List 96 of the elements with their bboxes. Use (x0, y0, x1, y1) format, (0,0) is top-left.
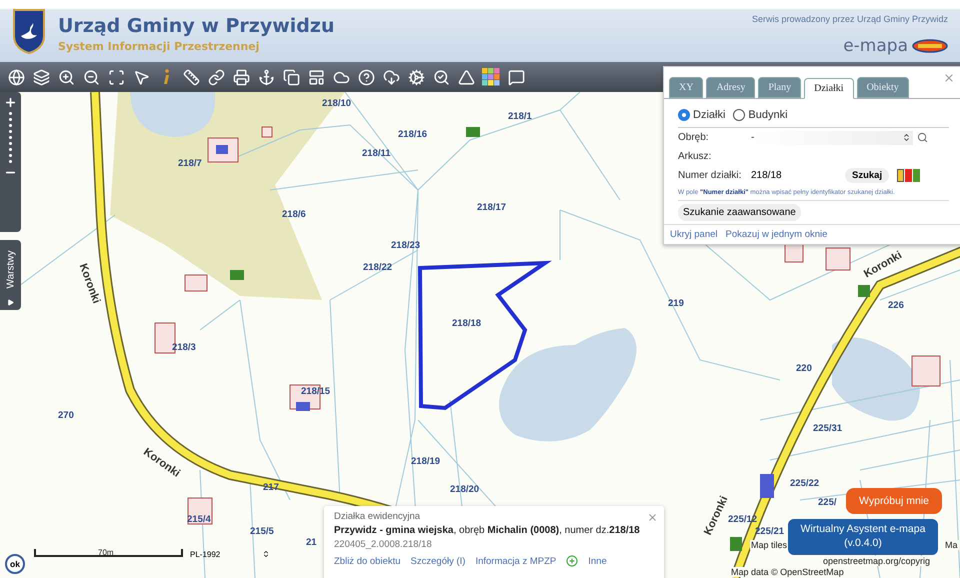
zoom-level-dot[interactable] (9, 118, 12, 121)
popup-link[interactable]: Szczegóły (I) (410, 556, 466, 566)
layers-tab[interactable]: Warstwy (0, 240, 21, 310)
parcel-number: 21 (306, 537, 317, 548)
parcel-number: 220 (796, 363, 812, 374)
parcel-number: 218/6 (282, 209, 306, 220)
search-button[interactable]: Szukaj (845, 168, 890, 183)
plus-icon[interactable] (566, 555, 578, 567)
map-credit: openstreetmap.org/copyrig (822, 556, 932, 566)
building (826, 248, 850, 270)
virtual-assistant-button[interactable]: Wirtualny Asystent e-mapa (v.0.4.0) (788, 519, 938, 555)
office-title: Urząd Gminy w Przywidzu (58, 15, 336, 37)
globe-icon[interactable] (6, 67, 26, 87)
color-grid-icon[interactable] (481, 67, 501, 87)
parcel-number: 225/31 (813, 423, 842, 434)
ruler-icon[interactable] (181, 67, 201, 87)
zoom-level-dot[interactable] (9, 142, 12, 145)
building-symbol (216, 145, 228, 154)
panel-link[interactable]: Pokazuj w jednym oknie (726, 229, 828, 240)
settings-icon[interactable] (406, 67, 426, 87)
try-me-bubble[interactable]: Wypróbuj mnie (846, 488, 942, 514)
object-type-radio[interactable]: Budynki (733, 109, 788, 121)
popup-link[interactable]: Inne (588, 556, 607, 566)
parcel-number: 218/19 (411, 456, 440, 467)
popup-link[interactable]: Zbliż do obiektu (334, 556, 401, 566)
parcel-number: 218/23 (391, 240, 420, 251)
field-label: Arkusz: (678, 151, 712, 162)
parcel-number: 270 (58, 410, 74, 421)
building-symbol (760, 474, 774, 498)
zoom-level-dot[interactable] (9, 154, 12, 157)
parcel-number: 218/20 (450, 484, 480, 495)
advanced-search-button[interactable]: Szukanie zaawansowane (678, 204, 801, 221)
layers-icon[interactable] (31, 67, 51, 87)
building (912, 356, 940, 386)
parcel-number: 218/22 (363, 262, 392, 273)
panel-link[interactable]: Ukryj panel (670, 229, 718, 240)
highlight-color-swatch[interactable] (905, 169, 912, 182)
building-symbol (466, 127, 480, 137)
dropdown-arrows-icon (902, 133, 911, 142)
popup-link[interactable]: Informacja z MPZP (475, 556, 556, 566)
building (262, 126, 272, 138)
parcel-number: 226 (888, 300, 904, 311)
parcel-number: 225/ (818, 497, 836, 508)
parcel-number: 218/1 (508, 111, 532, 122)
service-note: Serwis prowadzony przez Urząd Gminy Przywidz (752, 14, 948, 24)
zoom-in-button[interactable] (4, 96, 17, 109)
object-type-radio[interactable]: Działki (678, 109, 726, 121)
parcel-description: Przywidz - gmina wiejska, obręb Michalin (0008), numer dz.218/18 (334, 525, 641, 536)
zoom-level-dot[interactable] (9, 148, 12, 151)
brand-logo-text: e-mapa (843, 36, 908, 56)
map-credit: Ma (944, 540, 959, 550)
parcel-identifier: 220405_2.0008.218/18 (334, 539, 433, 550)
building-symbol (730, 537, 742, 551)
highlight-color-swatch[interactable] (913, 169, 920, 182)
parcel-number: 218/17 (477, 202, 506, 213)
precinct-select[interactable]: - (749, 130, 913, 144)
zoom-level-dot[interactable] (9, 130, 12, 133)
close-icon[interactable] (943, 72, 955, 84)
parcel-number-input[interactable]: 218/18 (749, 170, 833, 181)
coat-of-arms-icon (12, 8, 46, 54)
parcel-number: 218/16 (398, 129, 428, 140)
highlight-color-swatch[interactable] (897, 169, 904, 182)
close-icon[interactable] (647, 512, 658, 523)
zoom-level-dot[interactable] (9, 112, 12, 115)
zoom-level-dot[interactable] (9, 160, 12, 163)
map-credit: Map data © OpenStreetMap (730, 567, 845, 577)
projection-select[interactable]: PL-1992 (190, 550, 270, 559)
map-credit: Map tiles (750, 540, 788, 550)
parcel-number: 218/10 (322, 98, 352, 109)
parcel-number: 217 (263, 482, 279, 493)
zoom-level-dot[interactable] (9, 124, 12, 127)
dropdown-arrows-icon (262, 550, 270, 558)
building-symbol (858, 285, 870, 297)
field-label: Obręb: (678, 132, 710, 143)
parcel-number: 218/18 (452, 318, 482, 329)
logo-ellipse-icon (912, 39, 948, 53)
parcel-number: 219 (668, 298, 684, 309)
panel-tab[interactable]: Działki (804, 78, 854, 99)
help-icon[interactable] (356, 67, 376, 87)
link-icon[interactable] (206, 67, 226, 87)
print-icon[interactable] (231, 67, 251, 87)
parcel-number: 218/11 (362, 148, 391, 159)
scale-distance: 70m (98, 548, 114, 557)
zoom-level-dot[interactable] (9, 136, 12, 139)
parcel-number: 218/7 (178, 158, 202, 169)
copy-icon[interactable] (281, 67, 301, 87)
building-symbol (296, 402, 310, 411)
parcel-number: 225/22 (790, 478, 820, 489)
play-icon (7, 299, 14, 306)
search-icon[interactable] (917, 132, 928, 143)
parcel-number: 215/5 (250, 526, 274, 537)
building (184, 274, 208, 292)
system-subtitle: System Informacji Przestrzennej (58, 40, 260, 53)
popup-title: Działka ewidencyjna (334, 511, 420, 522)
building-symbol (230, 270, 244, 280)
field-label: Numer działki: (678, 170, 742, 181)
